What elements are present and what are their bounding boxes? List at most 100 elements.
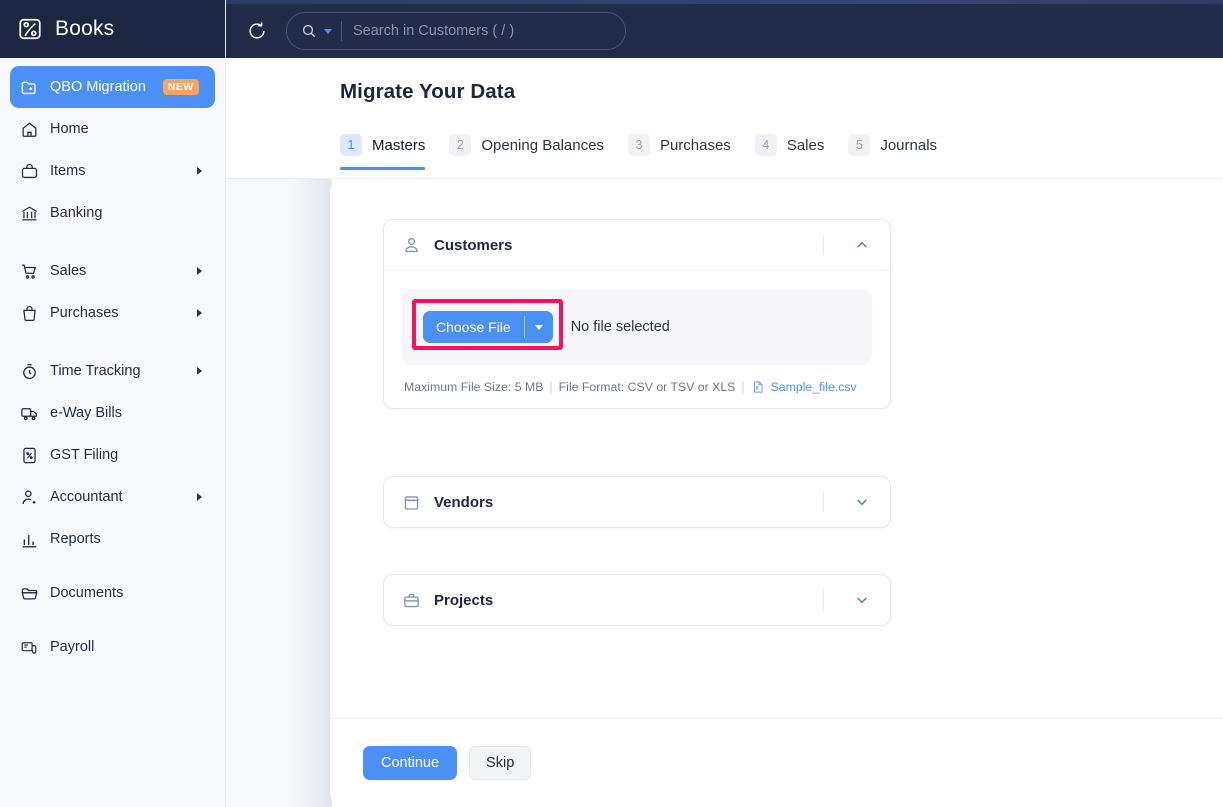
skip-button[interactable]: Skip [469, 746, 531, 780]
sidebar-divider-gap [10, 234, 215, 250]
search-box[interactable] [286, 12, 626, 50]
sidebar-item-banking[interactable]: Banking [10, 192, 215, 234]
tab-masters[interactable]: 1 Masters [340, 134, 449, 170]
chevron-right-icon [197, 267, 202, 275]
sidebar-item-eway-bills[interactable]: e-Way Bills [10, 392, 215, 434]
search-input[interactable] [353, 23, 611, 39]
tab-number: 2 [449, 134, 471, 156]
caret-down-icon[interactable] [525, 311, 553, 343]
refresh-clock-icon[interactable] [243, 17, 271, 45]
search-icon [301, 23, 317, 39]
sidebar-divider-gap [10, 334, 215, 350]
section-title: Projects [434, 592, 810, 609]
shopping-bag-icon [19, 303, 39, 323]
section-header-vendors[interactable]: Vendors [384, 477, 890, 527]
file-csv-icon [751, 380, 765, 394]
choose-file-wrapper: Choose File [423, 311, 553, 343]
section-card-projects: Projects [383, 574, 891, 626]
chevron-down-icon[interactable] [851, 491, 873, 513]
books-logo-icon [17, 16, 43, 42]
tab-active-underline [340, 167, 425, 170]
chevron-up-icon[interactable] [851, 234, 873, 256]
migration-folder-icon [19, 77, 39, 97]
sidebar-item-time-tracking[interactable]: Time Tracking [10, 350, 215, 392]
bank-icon [19, 203, 39, 223]
sidebar-item-accountant[interactable]: Accountant [10, 476, 215, 518]
sidebar-item-label: e-Way Bills [50, 405, 122, 421]
step-tabs: 1 Masters 2 Opening Balances 3 Purchases… [340, 134, 961, 170]
section-header-customers[interactable]: Customers [384, 220, 890, 270]
sidebar-item-label: GST Filing [50, 447, 118, 463]
sample-file-link[interactable]: Sample_file.csv [771, 380, 857, 394]
sidebar-item-documents[interactable]: Documents [10, 572, 215, 614]
hint-max-size: Maximum File Size: 5 MB [404, 380, 543, 394]
accountant-user-icon [19, 487, 39, 507]
sidebar-item-sales[interactable]: Sales [10, 250, 215, 292]
sidebar-item-purchases[interactable]: Purchases [10, 292, 215, 334]
tab-number: 1 [340, 134, 362, 156]
header-separator [823, 590, 824, 610]
sidebar-item-label: Sales [50, 263, 86, 279]
sidebar-item-label: Reports [50, 531, 101, 547]
sidebar-item-label: Documents [50, 585, 123, 601]
tab-label: Sales [787, 137, 825, 154]
tab-label: Opening Balances [481, 137, 604, 154]
sidebar-item-qbo-migration[interactable]: QBO Migration NEW [10, 66, 215, 108]
tab-number: 3 [628, 134, 650, 156]
sidebar-item-label: Payroll [50, 639, 94, 655]
panel-shadow [290, 179, 332, 807]
person-icon [402, 236, 421, 255]
choose-file-button[interactable]: Choose File [423, 311, 553, 343]
file-status-text: No file selected [571, 319, 670, 335]
section-title: Customers [434, 237, 810, 254]
sidebar-item-gst-filing[interactable]: GST Filing [10, 434, 215, 476]
sidebar-item-label: QBO Migration [50, 79, 146, 95]
chevron-right-icon [197, 167, 202, 175]
chevron-right-icon [197, 367, 202, 375]
sidebar-item-items[interactable]: Items [10, 150, 215, 192]
sidebar-item-label: Home [50, 121, 89, 137]
payroll-icon [19, 637, 39, 657]
sidebar-item-label: Items [50, 163, 85, 179]
sidebar-divider-gap [10, 560, 215, 572]
folder-icon [19, 583, 39, 603]
search-separator [341, 21, 342, 41]
sidebar: Books QBO Migration NEW [0, 0, 226, 807]
tab-number: 5 [848, 134, 870, 156]
stopwatch-icon [19, 361, 39, 381]
storefront-icon [402, 493, 421, 512]
bag-items-icon [19, 161, 39, 181]
hint-separator: | [741, 380, 744, 394]
section-header-projects[interactable]: Projects [384, 575, 890, 625]
panel-footer: Continue Skip [330, 718, 1223, 807]
app-root: Books QBO Migration NEW [0, 0, 1223, 807]
tab-purchases[interactable]: 3 Purchases [628, 134, 755, 170]
chevron-down-icon[interactable] [324, 29, 332, 34]
file-drop-zone[interactable]: Choose File No file selected [402, 289, 872, 365]
sidebar-item-home[interactable]: Home [10, 108, 215, 150]
header-separator [823, 235, 824, 255]
bar-chart-icon [19, 529, 39, 549]
sidebar-item-payroll[interactable]: Payroll [10, 626, 215, 668]
choose-file-label: Choose File [423, 311, 524, 343]
sidebar-item-label: Purchases [50, 305, 119, 321]
migration-panel: Customers Choose File [330, 179, 1223, 807]
continue-button[interactable]: Continue [363, 746, 457, 780]
tab-label: Journals [880, 137, 937, 154]
home-icon [19, 119, 39, 139]
cart-icon [19, 261, 39, 281]
section-card-customers: Customers Choose File [383, 219, 891, 409]
tab-number: 4 [755, 134, 777, 156]
tab-opening-balances[interactable]: 2 Opening Balances [449, 134, 628, 170]
sidebar-divider-gap [10, 614, 215, 626]
tab-sales[interactable]: 4 Sales [755, 134, 849, 170]
briefcase-icon [402, 591, 421, 610]
tab-label: Purchases [660, 137, 731, 154]
tab-journals[interactable]: 5 Journals [848, 134, 961, 170]
brand-header: Books [0, 0, 225, 58]
brand-name: Books [55, 17, 114, 41]
sidebar-item-reports[interactable]: Reports [10, 518, 215, 560]
chevron-right-icon [197, 309, 202, 317]
header-separator [823, 492, 824, 512]
chevron-down-icon[interactable] [851, 589, 873, 611]
